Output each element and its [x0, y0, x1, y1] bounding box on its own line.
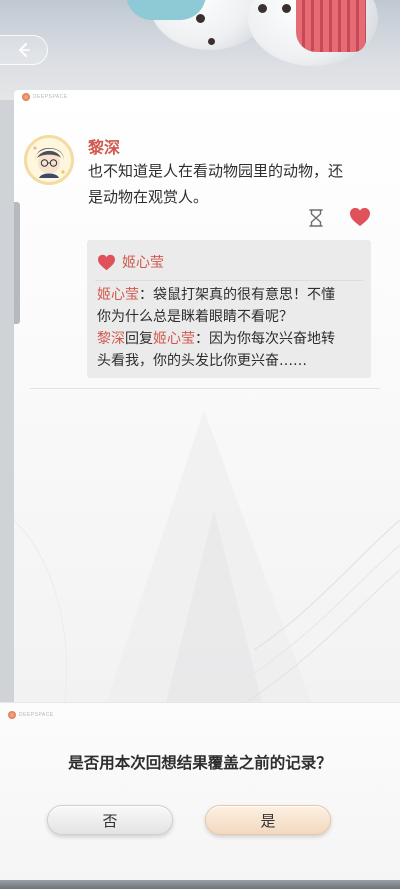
liker-name[interactable]: 姬心莹: [122, 252, 164, 272]
reply-line: 黎深回复姬心莹：因为你每次兴奋地转: [97, 328, 365, 350]
card-divider: [30, 388, 380, 389]
comment-line: 姬心莹：袋鼠打架真的很有意思！不懂: [97, 284, 365, 306]
comments-divider: [95, 280, 363, 281]
comments-box: 姬心莹 姬心莹：袋鼠打架真的很有意思！不懂 你为什么总是眯着眼睛不看呢？ 黎深回…: [87, 240, 371, 378]
avatar[interactable]: [24, 135, 74, 185]
snowman-eye: [196, 14, 205, 23]
likes-row: 姬心莹: [97, 252, 164, 272]
back-button[interactable]: [0, 35, 48, 65]
snowman-eye: [282, 4, 291, 13]
comment-author[interactable]: 姬心莹: [97, 287, 139, 303]
post-line: 是动物在观赏人。: [88, 188, 209, 206]
reply-target[interactable]: 姬心莹: [153, 331, 195, 347]
post-line: 也不知道是人在看动物园里的动物，还: [88, 162, 344, 180]
dialog-brand-text: DEEPSPACE: [19, 712, 54, 718]
no-button[interactable]: 否: [47, 805, 173, 835]
deepspace-logo-icon: [22, 93, 30, 101]
snowman-button: [208, 38, 215, 45]
snowman-eye: [258, 4, 267, 13]
reply-line: 头看我，你的头发比你更兴奋……: [97, 353, 307, 369]
hourglass-icon[interactable]: [307, 208, 325, 228]
post-author[interactable]: 黎深: [88, 134, 120, 158]
deepspace-logo-icon: [8, 711, 16, 719]
card-scroll-handle[interactable]: [14, 202, 20, 324]
card-brand-logo: DEEPSPACE: [22, 93, 68, 101]
card-brand-text: DEEPSPACE: [33, 94, 68, 100]
post-content: 也不知道是人在看动物园里的动物，还 是动物在观赏人。: [88, 158, 378, 210]
heart-icon[interactable]: [349, 207, 371, 227]
dialog-brand-logo: DEEPSPACE: [8, 711, 54, 719]
yes-button[interactable]: 是: [205, 805, 331, 835]
reply-word: 回复: [125, 331, 153, 347]
comment-line: 你为什么总是眯着眼睛不看呢？: [97, 309, 293, 325]
back-arrow-icon: [18, 43, 30, 57]
overwrite-dialog: DEEPSPACE 是否用本次回想结果覆盖之前的记录？ 否 是: [0, 702, 400, 880]
comment-text: ：袋鼠打架真的很有意思！不懂: [139, 287, 335, 303]
avatar-portrait: [27, 138, 71, 182]
reply-author[interactable]: 黎深: [97, 331, 125, 347]
wallpaper: [0, 0, 400, 100]
reply-text: ：因为你每次兴奋地转: [195, 331, 335, 347]
snowman-scarf: [296, 0, 366, 52]
comment-list: 姬心莹：袋鼠打架真的很有意思！不懂 你为什么总是眯着眼睛不看呢？ 黎深回复姬心莹…: [97, 284, 365, 372]
heart-icon: [98, 254, 115, 270]
dialog-question: 是否用本次回想结果覆盖之前的记录？: [68, 753, 332, 772]
bottom-bar: [0, 880, 400, 889]
